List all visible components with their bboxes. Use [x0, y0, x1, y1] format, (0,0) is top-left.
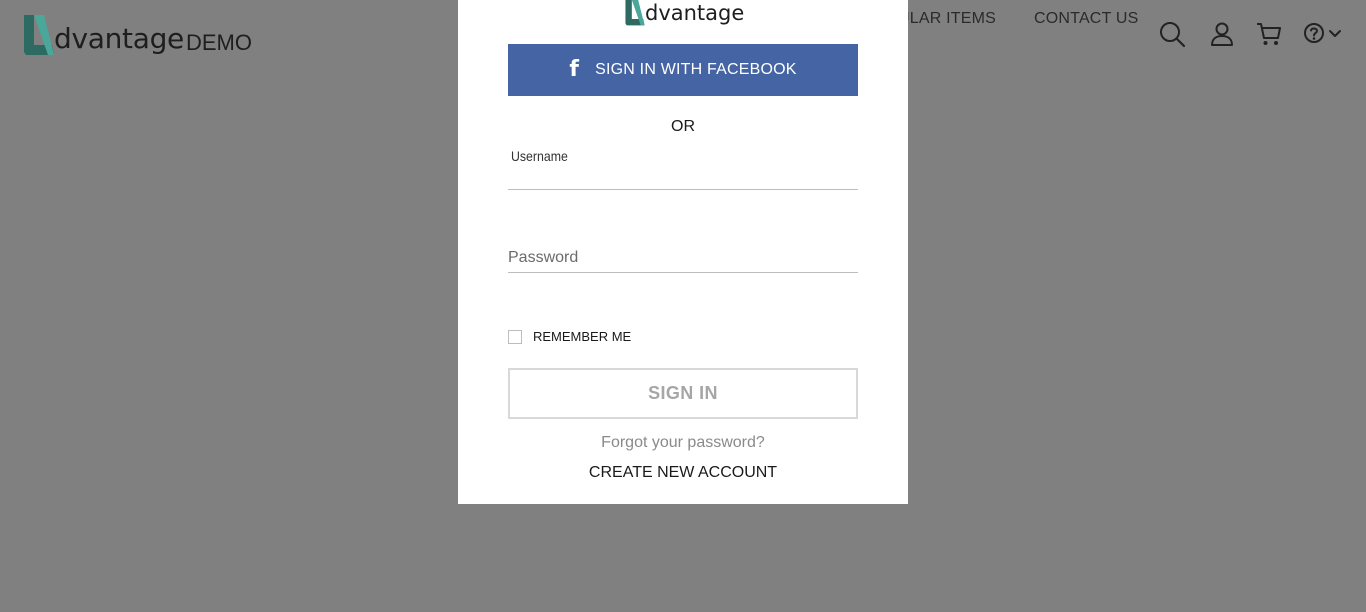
- facebook-button-label: SIGN IN WITH FACEBOOK: [595, 61, 797, 78]
- site-logo[interactable]: dvantage DEMO: [22, 10, 252, 56]
- forgot-password-link[interactable]: Forgot your password?: [458, 434, 908, 452]
- logo-mark-icon: [24, 15, 54, 55]
- sign-in-with-facebook-button[interactable]: f SIGN IN WITH FACEBOOK: [508, 44, 858, 96]
- username-field: Username: [508, 146, 858, 190]
- cart-icon[interactable]: [1255, 20, 1283, 48]
- remember-me-label[interactable]: REMEMBER ME: [533, 329, 631, 344]
- create-new-account-link[interactable]: CREATE NEW ACCOUNT: [458, 464, 908, 482]
- chevron-down-icon[interactable]: [1328, 20, 1342, 48]
- logo-wordmark: dvantage: [54, 22, 184, 55]
- logo-mark-icon: [625, 0, 645, 26]
- nav-contact-us[interactable]: CONTACT US: [1034, 10, 1139, 28]
- search-icon[interactable]: [1158, 20, 1186, 48]
- help-icon[interactable]: [1302, 20, 1330, 48]
- modal-logo: dvantage: [624, 0, 744, 26]
- username-input[interactable]: [508, 161, 858, 189]
- sign-in-button[interactable]: SIGN IN: [508, 368, 858, 419]
- remember-me: REMEMBER ME: [508, 329, 631, 344]
- sign-in-modal: dvantage f SIGN IN WITH FACEBOOK OR User…: [458, 0, 908, 504]
- logo-demo-suffix: DEMO: [186, 30, 252, 55]
- password-input[interactable]: [508, 244, 858, 272]
- facebook-icon: f: [569, 57, 580, 82]
- user-icon[interactable]: [1208, 20, 1236, 48]
- or-divider: OR: [671, 118, 695, 135]
- modal-logo-wordmark: dvantage: [645, 1, 745, 25]
- password-field: [508, 240, 858, 273]
- nav-popular-items[interactable]: ULAR ITEMS: [898, 10, 996, 28]
- remember-me-checkbox[interactable]: [508, 329, 522, 344]
